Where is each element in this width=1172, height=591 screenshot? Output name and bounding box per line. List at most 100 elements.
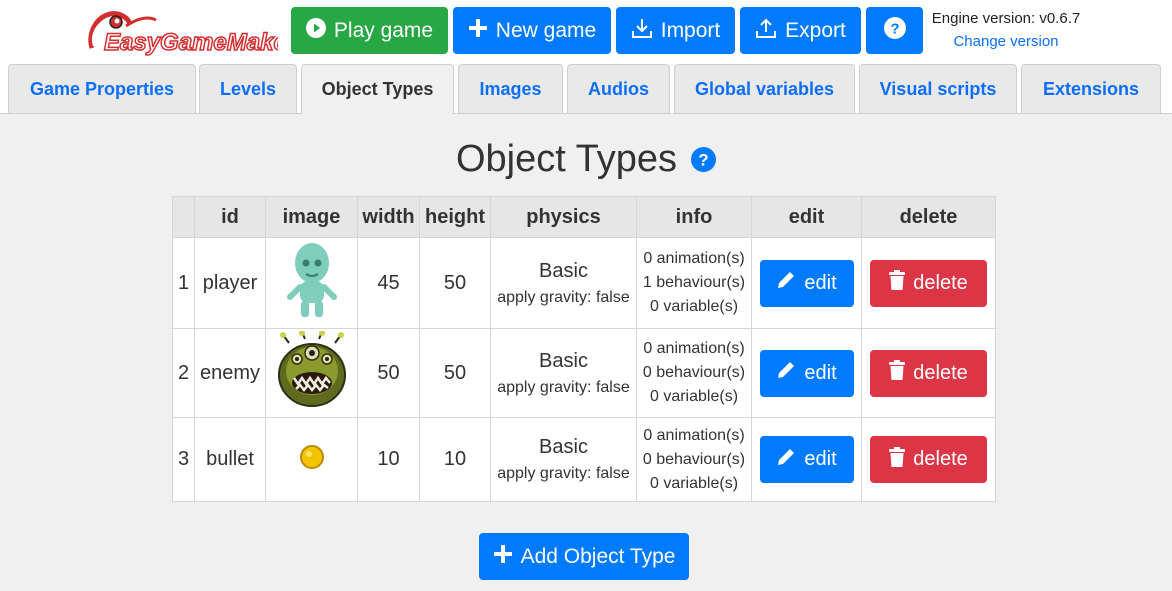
enemy-sprite-image [275,330,349,414]
import-button[interactable]: Import [616,7,735,54]
row-delete-cell: delete [861,417,996,502]
row-edit-cell: edit [751,417,862,502]
play-game-label: Play game [333,18,434,42]
col-header-height: height [419,196,491,238]
download-icon [631,17,653,45]
new-game-label: New game [495,18,597,42]
row-image [265,417,358,502]
table-row: 1 player 45 50 Basic apply gravity: fals… [172,237,996,329]
question-circle-icon[interactable]: ? [691,147,717,172]
row-physics: Basic apply gravity: false [490,417,637,502]
tab-extensions[interactable]: Extensions [1021,64,1161,113]
info-animations: 0 animation(s) [643,340,745,357]
physics-type: Basic [539,349,588,372]
tab-global-variables[interactable]: Global variables [674,64,855,113]
player-sprite-image [284,243,340,324]
question-circle-icon: ? [883,16,906,45]
edit-button[interactable]: edit [759,349,854,397]
row-height: 50 [419,328,491,418]
row-index: 2 [172,328,195,418]
row-delete-cell: delete [861,237,996,329]
physics-type: Basic [539,259,588,282]
delete-button[interactable]: delete [870,349,987,397]
delete-label: delete [913,361,968,384]
tab-game-properties[interactable]: Game Properties [8,64,196,113]
row-height: 50 [419,237,491,329]
row-index: 3 [172,417,195,502]
tab-images[interactable]: Images [458,64,563,113]
row-physics: Basic apply gravity: false [490,328,637,418]
delete-button[interactable]: delete [870,436,987,483]
edit-button[interactable]: edit [759,436,854,483]
col-header-delete: delete [861,196,996,238]
app-header: EasyGameMaker Play game New game Import … [0,0,1172,64]
col-header-info: info [636,196,752,238]
plus-icon [468,18,488,44]
pencil-icon [776,360,796,386]
play-game-button[interactable]: Play game [291,7,448,54]
row-info: 0 animation(s) 0 behaviour(s) 0 variable… [636,328,752,418]
row-edit-cell: edit [751,237,862,329]
add-object-type-button[interactable]: Add Object Type [479,533,689,580]
svg-text:?: ? [890,20,899,37]
page-title: Object Types [455,138,678,180]
physics-detail: apply gravity: false [497,378,630,396]
table-header-row: id image width height physics info edit … [172,196,996,238]
row-height: 10 [419,417,491,502]
edit-label: edit [804,448,837,470]
info-behaviours: 0 behaviour(s) [642,450,746,468]
row-info: 0 animation(s) 0 behaviour(s) 0 variable… [636,417,752,502]
export-button[interactable]: Export [740,7,861,54]
play-circle-icon [305,17,326,44]
pencil-icon [776,270,796,296]
easygamemaker-logo: EasyGameMaker [86,8,299,57]
physics-detail: apply gravity: false [497,465,630,482]
col-header-id: id [194,196,266,238]
edit-label: edit [804,361,837,384]
col-header-physics: physics [490,196,637,238]
delete-button[interactable]: delete [870,259,987,307]
physics-type: Basic [539,436,588,458]
object-types-table: id image width height physics info edit … [172,196,996,502]
trash-icon [889,360,906,386]
import-label: Import [660,18,721,42]
edit-button[interactable]: edit [759,259,854,307]
engine-version-panel: Engine version: v0.6.7 Change version [926,10,1086,50]
main-tabs: Game Properties Levels Object Types Imag… [0,64,1172,114]
tab-object-types[interactable]: Object Types [301,64,454,114]
export-label: Export [785,18,846,42]
tab-visual-scripts[interactable]: Visual scripts [859,64,1017,113]
info-behaviours: 1 behaviour(s) [642,274,746,291]
row-id: bullet [194,417,266,502]
trash-icon [889,270,906,296]
row-id: player [194,237,266,329]
upload-icon [755,17,777,45]
trash-icon [889,446,906,473]
row-width: 10 [357,417,420,502]
row-width: 45 [357,237,420,329]
delete-label: delete [913,271,968,294]
info-animations: 0 animation(s) [643,250,745,267]
col-header-edit: edit [751,196,862,238]
row-delete-cell: delete [861,328,996,418]
row-width: 50 [357,328,420,418]
row-physics: Basic apply gravity: false [490,237,637,329]
physics-detail: apply gravity: false [497,288,630,306]
engine-version-text: Engine version: v0.6.7 [931,10,1081,27]
row-edit-cell: edit [751,328,862,418]
new-game-button[interactable]: New game [453,7,611,54]
bullet-sprite-image [299,444,325,475]
col-header-index [172,196,195,238]
tab-levels[interactable]: Levels [199,64,297,113]
svg-text:?: ? [698,151,708,170]
help-button[interactable]: ? [866,7,923,54]
row-image [265,237,358,329]
col-header-width: width [357,196,420,238]
info-variables: 0 variable(s) [649,388,739,405]
row-index: 1 [172,237,195,329]
col-header-image: image [265,196,358,238]
tab-audios[interactable]: Audios [567,64,670,113]
change-version-link[interactable]: Change version [926,33,1086,50]
info-behaviours: 0 behaviour(s) [642,364,746,381]
row-image [265,328,358,418]
